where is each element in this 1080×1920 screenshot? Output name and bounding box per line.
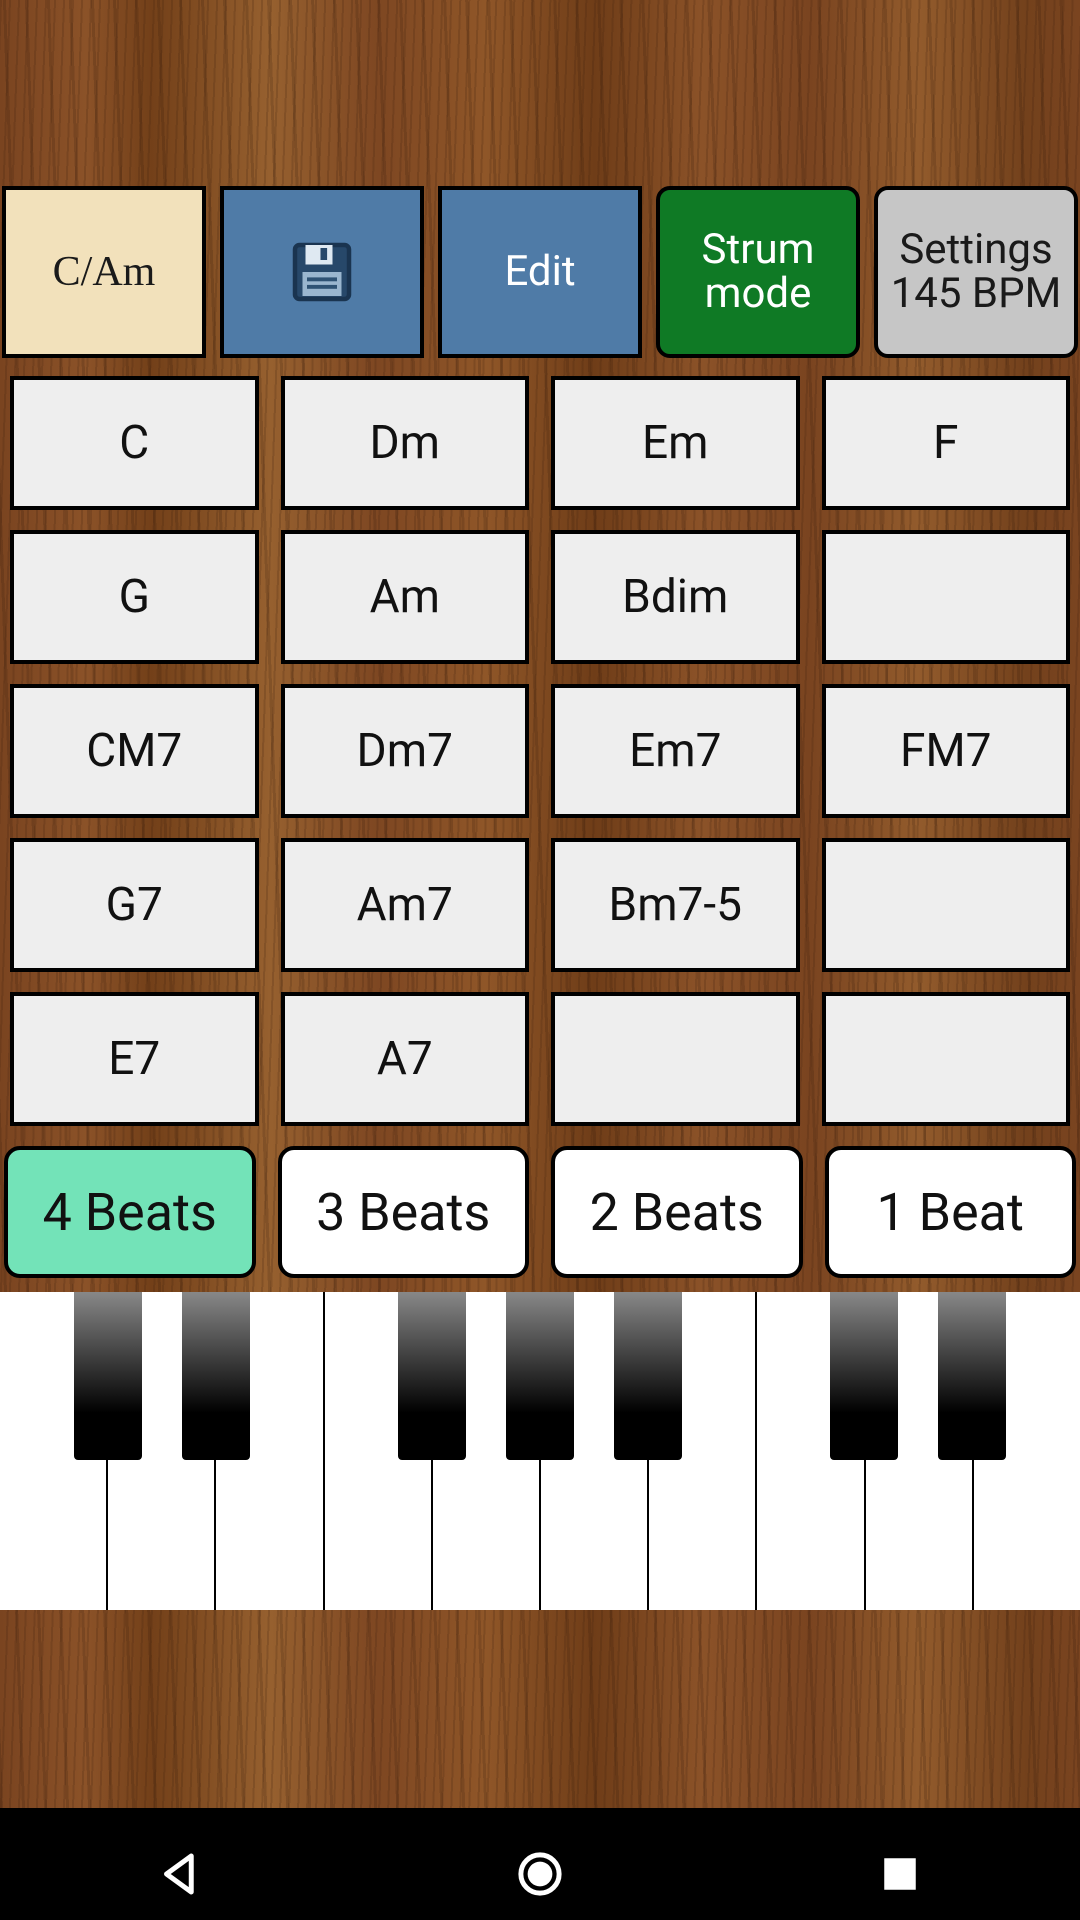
chord-label: F <box>933 416 958 470</box>
strum-mode-label-line2: mode <box>705 272 812 316</box>
android-nav-bar <box>0 1828 1080 1920</box>
circle-home-icon <box>513 1847 567 1901</box>
save-button[interactable] <box>220 186 424 358</box>
chord-button-fm7[interactable]: FM7 <box>822 684 1071 818</box>
triangle-back-icon <box>153 1847 207 1901</box>
strum-mode-button[interactable]: Strum mode <box>656 186 860 358</box>
chord-label: E7 <box>108 1032 160 1086</box>
chord-label: Am <box>370 570 440 624</box>
status-bar-spacer <box>0 0 1080 186</box>
chord-button-g7[interactable]: G7 <box>10 838 259 972</box>
chord-button-c[interactable]: C <box>10 376 259 510</box>
black-key[interactable] <box>938 1292 1006 1460</box>
chord-button-e7[interactable]: E7 <box>10 992 259 1126</box>
beats-row: 4 Beats 3 Beats 2 Beats 1 Beat <box>0 1146 1080 1278</box>
chord-button-dm[interactable]: Dm <box>281 376 530 510</box>
chord-label: CM7 <box>86 724 182 778</box>
square-recent-icon <box>873 1847 927 1901</box>
chord-button-a7[interactable]: A7 <box>281 992 530 1126</box>
beat-label: 1 Beat <box>877 1182 1024 1243</box>
chord-label: G <box>119 570 150 624</box>
black-key[interactable] <box>830 1292 898 1460</box>
chord-button-bm75[interactable]: Bm7-5 <box>551 838 800 972</box>
beat-label: 4 Beats <box>43 1182 217 1243</box>
settings-label-line1: Settings <box>899 228 1052 272</box>
edit-label: Edit <box>504 250 575 294</box>
key-scale-button[interactable]: C/Am <box>2 186 206 358</box>
chord-label: Bm7-5 <box>609 878 742 932</box>
beat-button-2[interactable]: 2 Beats <box>551 1146 803 1278</box>
settings-button[interactable]: Settings 145 BPM <box>874 186 1078 358</box>
nav-recent-button[interactable] <box>873 1847 927 1901</box>
chord-button-empty[interactable] <box>822 530 1071 664</box>
strum-mode-label-line1: Strum <box>702 228 815 272</box>
chord-label: Em <box>642 416 708 470</box>
chord-label: Am7 <box>357 878 453 932</box>
save-icon <box>286 236 358 308</box>
chord-button-em[interactable]: Em <box>551 376 800 510</box>
chord-button-cm7[interactable]: CM7 <box>10 684 259 818</box>
beat-button-4[interactable]: 4 Beats <box>4 1146 256 1278</box>
chord-label: Dm7 <box>357 724 453 778</box>
chord-button-am7[interactable]: Am7 <box>281 838 530 972</box>
chord-button-empty[interactable] <box>551 992 800 1126</box>
nav-home-button[interactable] <box>513 1847 567 1901</box>
chord-button-g[interactable]: G <box>10 530 259 664</box>
beat-button-3[interactable]: 3 Beats <box>278 1146 530 1278</box>
black-key[interactable] <box>182 1292 250 1460</box>
key-scale-label: C/Am <box>53 250 156 294</box>
chord-grid: C Dm Em F G Am Bdim CM7 Dm7 Em7 FM7 G7 Am7 Bm7-5 E7 A7 <box>0 376 1080 1126</box>
beat-button-1[interactable]: 1 Beat <box>825 1146 1077 1278</box>
top-toolbar: C/Am Edit Strum mode Settings <box>0 186 1080 358</box>
chord-button-empty[interactable] <box>822 992 1071 1126</box>
chord-button-am[interactable]: Am <box>281 530 530 664</box>
chord-label: Em7 <box>629 724 721 778</box>
chord-label: Bdim <box>622 570 728 624</box>
settings-label-line2: 145 BPM <box>891 272 1062 316</box>
black-key[interactable] <box>398 1292 466 1460</box>
chord-label: G7 <box>106 878 163 932</box>
black-key[interactable] <box>506 1292 574 1460</box>
beat-label: 3 Beats <box>316 1182 490 1243</box>
chord-label: A7 <box>377 1032 433 1086</box>
black-key[interactable] <box>614 1292 682 1460</box>
black-key[interactable] <box>74 1292 142 1460</box>
chord-label: C <box>119 416 149 470</box>
beat-label: 2 Beats <box>590 1182 764 1243</box>
chord-label: FM7 <box>900 724 991 778</box>
chord-button-dm7[interactable]: Dm7 <box>281 684 530 818</box>
wood-background: C/Am Edit Strum mode Settings <box>0 0 1080 1808</box>
chord-button-bdim[interactable]: Bdim <box>551 530 800 664</box>
nav-back-button[interactable] <box>153 1847 207 1901</box>
edit-button[interactable]: Edit <box>438 186 642 358</box>
chord-button-empty[interactable] <box>822 838 1071 972</box>
chord-button-em7[interactable]: Em7 <box>551 684 800 818</box>
chord-label: Dm <box>369 416 440 470</box>
chord-button-f[interactable]: F <box>822 376 1071 510</box>
piano-keyboard <box>0 1292 1080 1610</box>
